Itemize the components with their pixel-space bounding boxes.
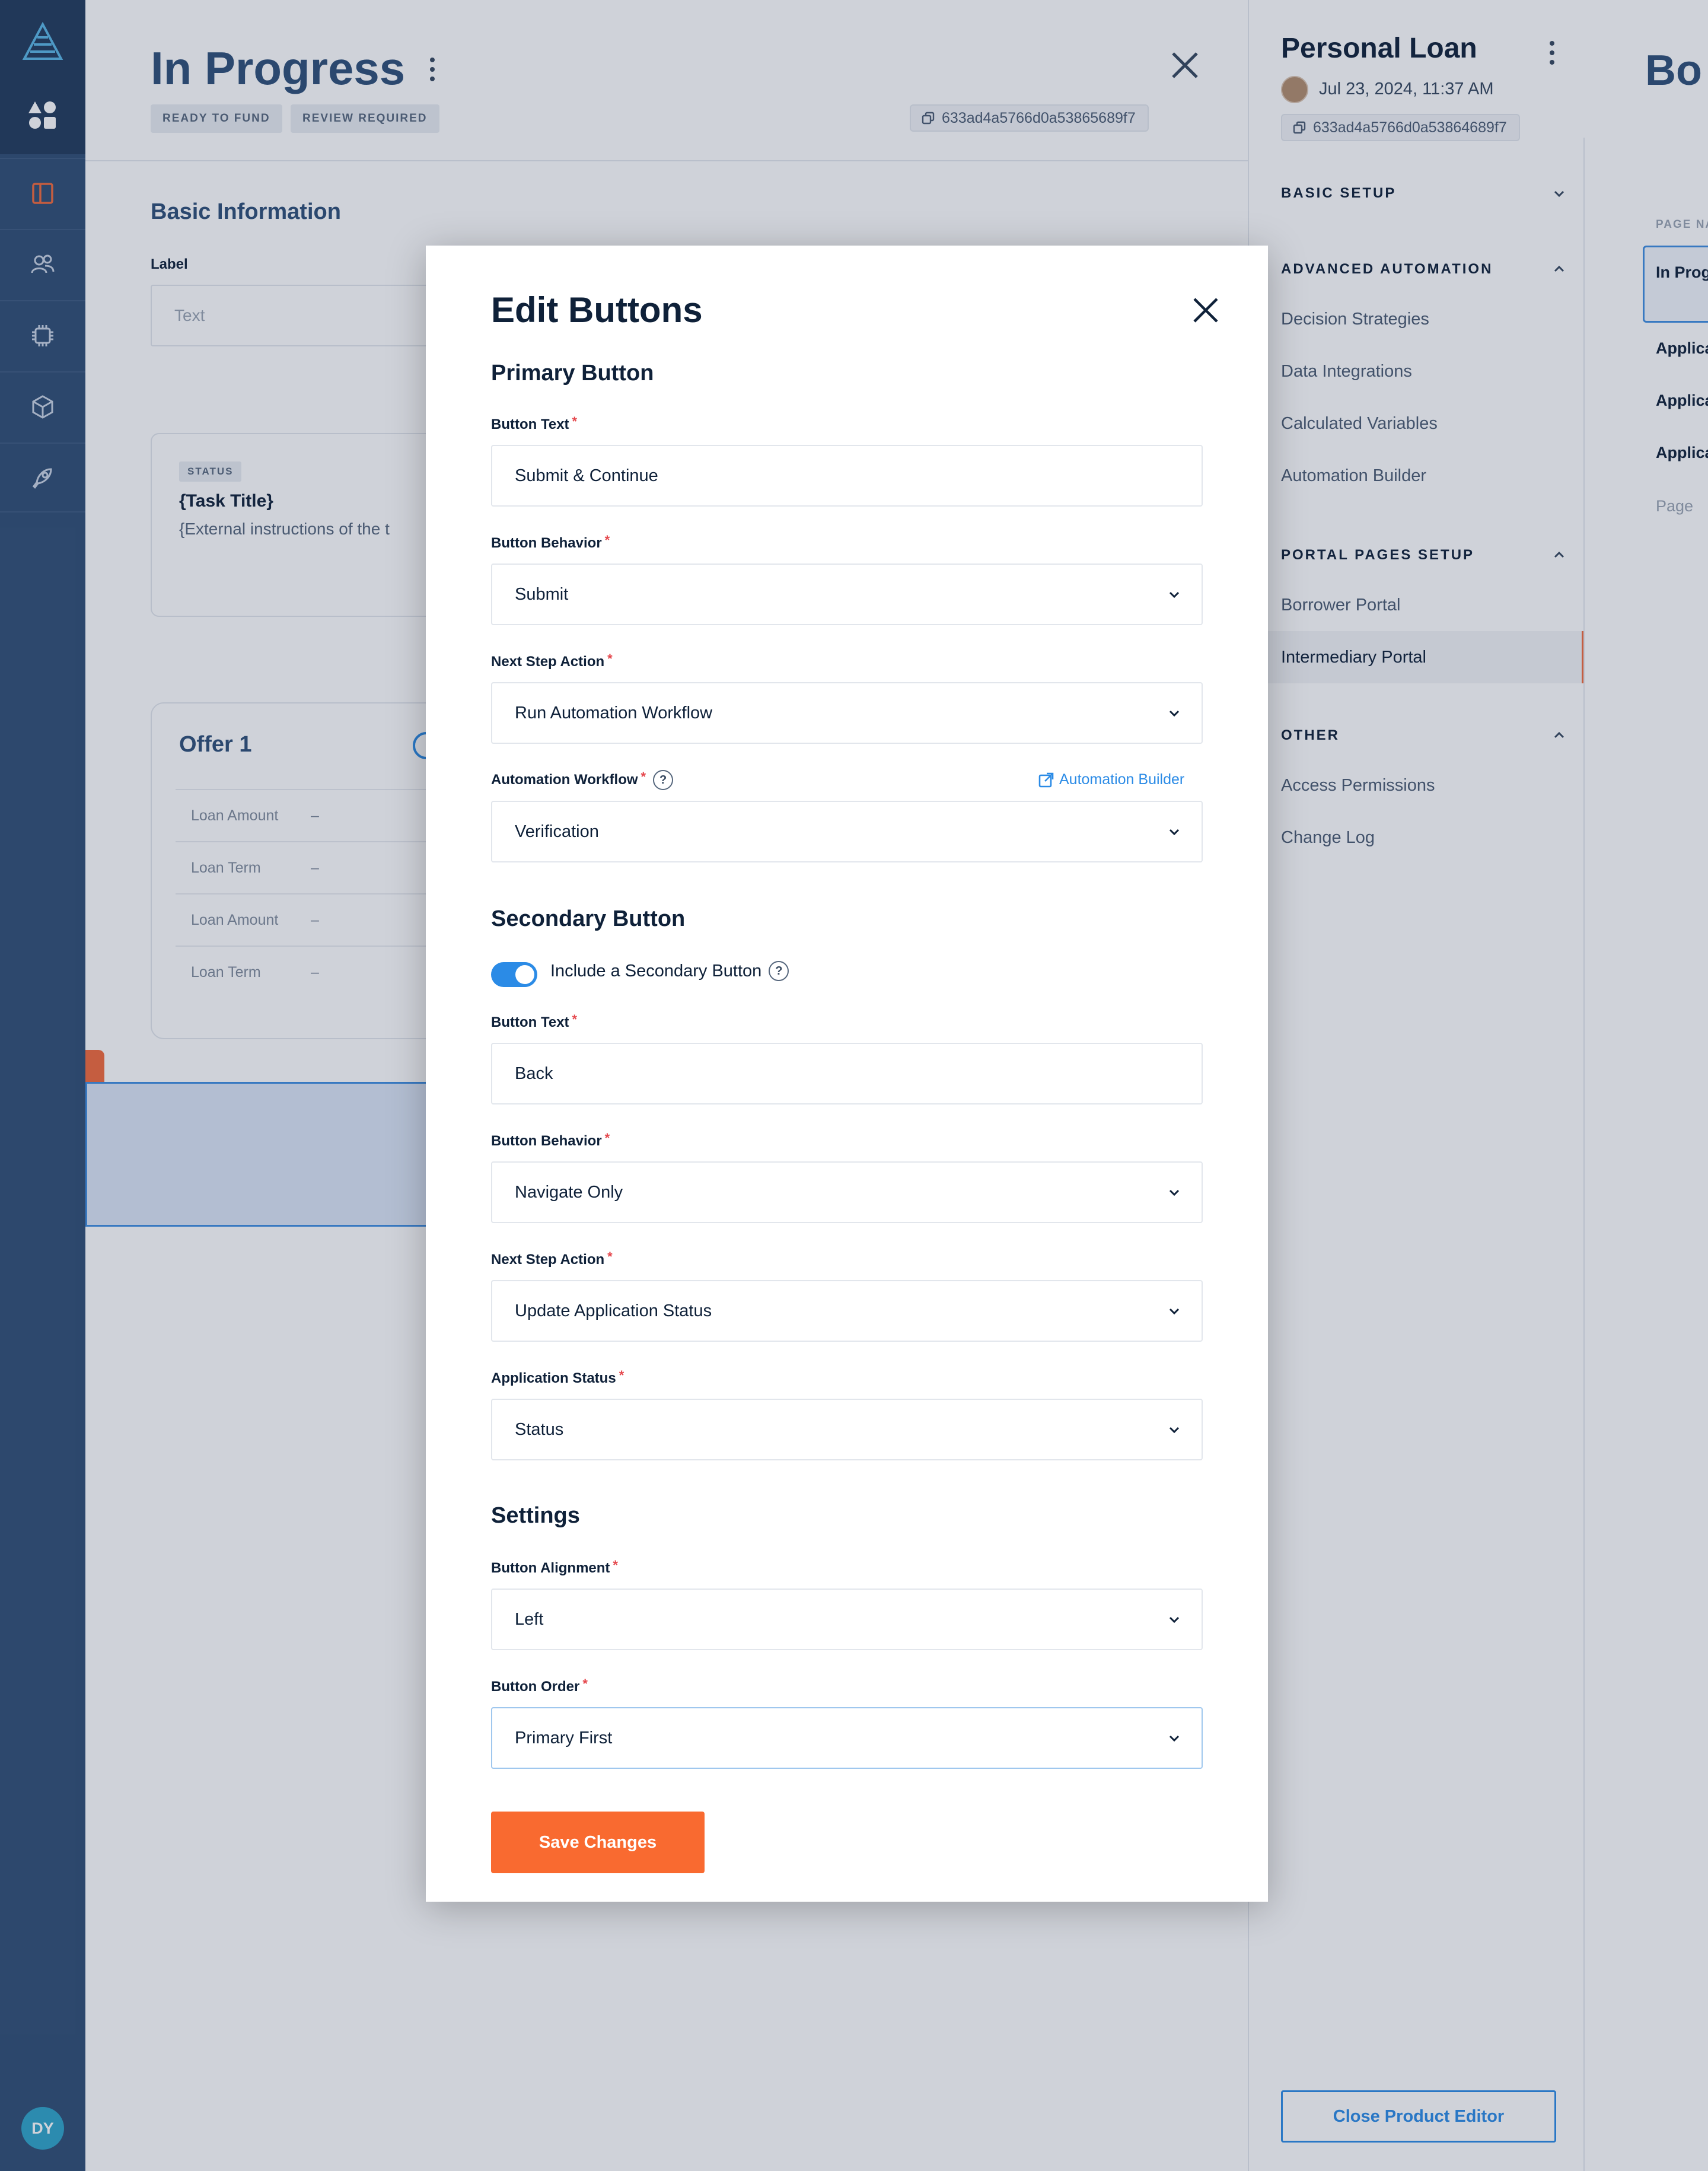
- select-value: Navigate Only: [515, 1182, 623, 1202]
- settings-heading: Settings: [491, 1503, 580, 1528]
- chevron-down-icon: [1169, 1427, 1180, 1434]
- secondary-next-step-select[interactable]: Update Application Status: [491, 1280, 1203, 1342]
- select-value: Run Automation Workflow: [515, 703, 713, 722]
- secondary-button-text-input[interactable]: Back: [491, 1043, 1203, 1104]
- label-text: Application Status: [491, 1370, 616, 1386]
- field-label: Button Order *: [491, 1676, 588, 1695]
- automation-workflow-select[interactable]: Verification: [491, 801, 1203, 862]
- chevron-down-icon: [1169, 710, 1180, 717]
- select-value: Status: [515, 1419, 564, 1439]
- primary-button-text-input[interactable]: Submit & Continue: [491, 445, 1203, 507]
- select-value: Verification: [515, 822, 599, 841]
- primary-behavior-select[interactable]: Submit: [491, 564, 1203, 625]
- field-label: Next Step Action *: [491, 651, 613, 670]
- save-changes-button[interactable]: Save Changes: [491, 1812, 705, 1873]
- help-icon[interactable]: ?: [653, 770, 674, 790]
- automation-builder-link[interactable]: Automation Builder: [1038, 771, 1184, 788]
- select-value: Left: [515, 1609, 544, 1629]
- required-mark: *: [572, 1012, 578, 1027]
- select-value: Submit: [515, 584, 569, 604]
- button-alignment-select[interactable]: Left: [491, 1589, 1203, 1650]
- label-text: Button Behavior: [491, 535, 602, 551]
- primary-next-step-select[interactable]: Run Automation Workflow: [491, 682, 1203, 744]
- field-label: Button Behavior *: [491, 533, 610, 552]
- field-label: Automation Workflow * ?: [491, 769, 674, 790]
- label-text: Next Step Action: [491, 654, 605, 670]
- help-icon[interactable]: ?: [769, 961, 789, 981]
- required-mark: *: [572, 414, 578, 429]
- field-label: Next Step Action *: [491, 1249, 613, 1268]
- field-label: Application Status *: [491, 1368, 624, 1387]
- required-mark: *: [607, 651, 613, 666]
- chevron-down-icon: [1169, 1308, 1180, 1315]
- label-text: Button Alignment: [491, 1560, 610, 1576]
- external-link-icon: [1038, 772, 1054, 787]
- field-label: Button Behavior *: [491, 1131, 610, 1150]
- close-icon[interactable]: [1192, 297, 1219, 324]
- field-label: Button Text *: [491, 414, 578, 433]
- field-label: Button Text *: [491, 1012, 578, 1031]
- required-mark: *: [619, 1368, 624, 1383]
- secondary-behavior-select[interactable]: Navigate Only: [491, 1161, 1203, 1223]
- modal-title: Edit Buttons: [491, 290, 703, 330]
- chevron-down-icon: [1169, 1735, 1180, 1742]
- select-value: Update Application Status: [515, 1301, 712, 1320]
- required-mark: *: [604, 1131, 610, 1145]
- required-mark: *: [582, 1676, 588, 1691]
- chevron-down-icon: [1169, 1189, 1180, 1196]
- required-mark: *: [613, 1558, 618, 1572]
- label-text: Button Text: [491, 416, 569, 432]
- required-mark: *: [604, 533, 610, 547]
- toggle-knob: [515, 965, 534, 984]
- label-text: Button Text: [491, 1014, 569, 1030]
- field-label: Button Alignment *: [491, 1558, 618, 1577]
- secondary-button-toggle[interactable]: [491, 962, 537, 987]
- required-mark: *: [607, 1249, 613, 1264]
- link-label: Automation Builder: [1059, 771, 1185, 788]
- chevron-down-icon: [1169, 829, 1180, 836]
- button-order-select[interactable]: Primary First: [491, 1707, 1203, 1769]
- secondary-button-heading: Secondary Button: [491, 906, 686, 931]
- label-text: Button Behavior: [491, 1133, 602, 1149]
- label-text: Button Order: [491, 1679, 580, 1695]
- chevron-down-icon: [1169, 591, 1180, 599]
- chevron-down-icon: [1169, 1616, 1180, 1624]
- label-text: Automation Workflow: [491, 772, 638, 788]
- edit-buttons-modal: Edit Buttons Primary Button Button Text *…: [426, 246, 1268, 1902]
- label-text: Next Step Action: [491, 1252, 605, 1268]
- toggle-label-text: Include a Secondary Button: [550, 961, 762, 981]
- select-value: Primary First: [515, 1728, 613, 1747]
- primary-button-heading: Primary Button: [491, 361, 654, 386]
- toggle-label: Include a Secondary Button ?: [550, 961, 789, 981]
- required-mark: *: [640, 769, 646, 784]
- application-status-select[interactable]: Status: [491, 1399, 1203, 1460]
